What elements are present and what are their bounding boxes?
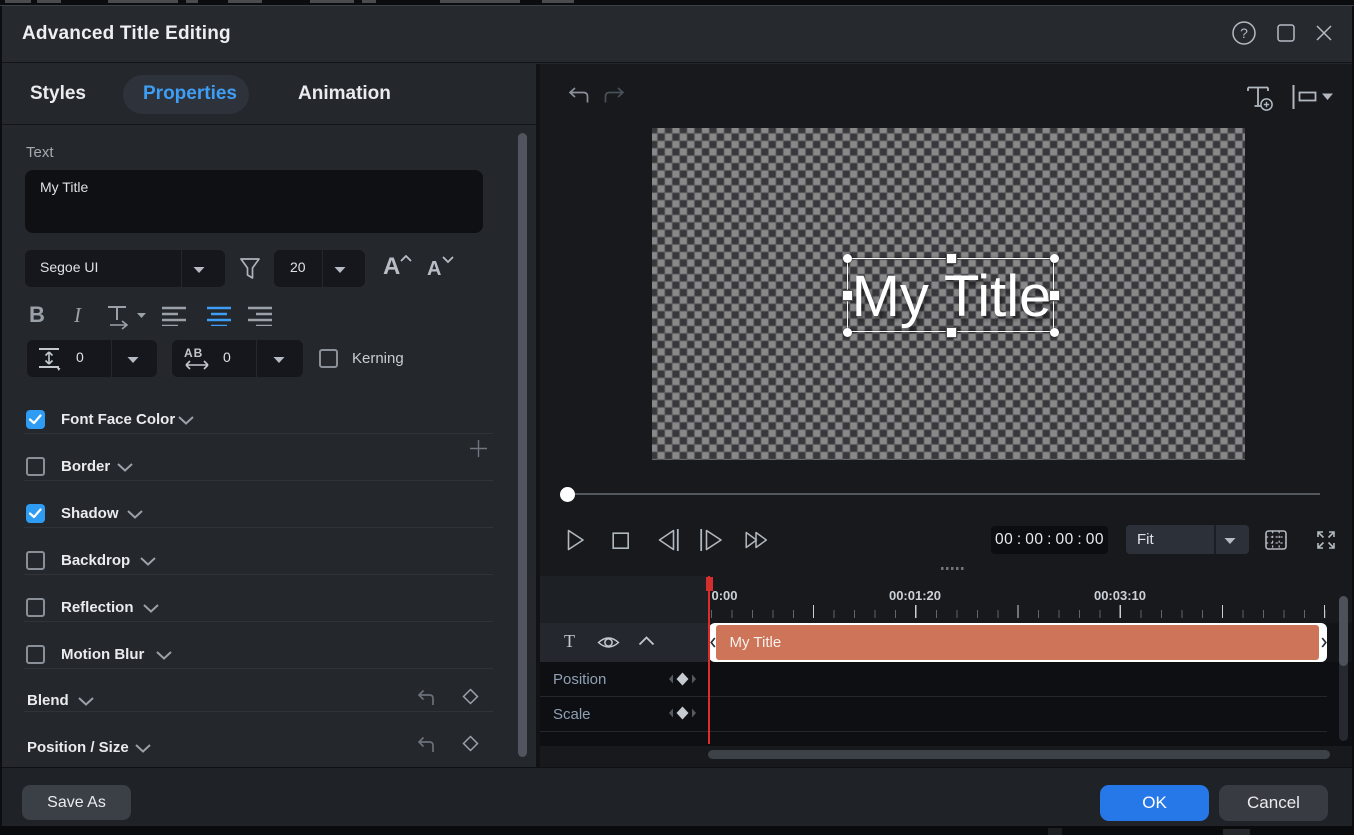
svg-text:?: ? xyxy=(1240,25,1248,41)
svg-text:AB: AB xyxy=(184,346,203,360)
